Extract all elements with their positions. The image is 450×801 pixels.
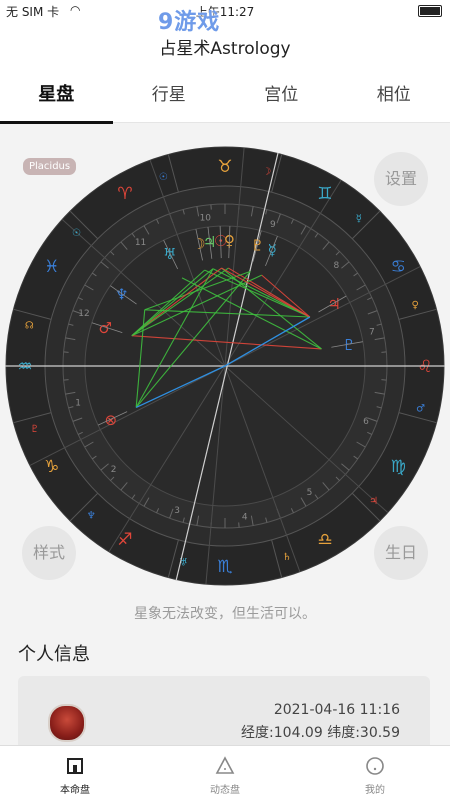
style-button[interactable]: 样式: [22, 526, 76, 580]
house-number: 6: [363, 417, 369, 427]
zodiac-sign: ♊: [317, 184, 332, 204]
clock: 上午11:27: [0, 3, 450, 20]
zodiac-sign: ♏: [217, 557, 232, 577]
watermark-logo: 9游戏: [158, 4, 220, 36]
zodiac-sign: ♑: [44, 457, 59, 477]
ruler-glyph: ♀: [412, 300, 419, 311]
profile-icon: [365, 756, 385, 776]
tab-aspects[interactable]: 相位: [338, 70, 450, 122]
zodiac-sign: ♌: [417, 357, 432, 377]
zodiac-sign: ♍: [391, 457, 406, 477]
tab-planets[interactable]: 行星: [113, 70, 226, 122]
planet-glyph: ♂: [98, 319, 111, 337]
zodiac-sign: ♉: [217, 157, 232, 177]
birthday-button[interactable]: 生日: [374, 526, 428, 580]
battery-icon: [418, 5, 442, 17]
house-number: 11: [135, 238, 146, 248]
nav-bar: 占星术Astrology: [0, 22, 450, 70]
nav-profile-label: 我的: [300, 781, 450, 796]
ruler-glyph: ☿: [356, 213, 362, 224]
settings-button[interactable]: 设置: [374, 152, 428, 206]
ruler-glyph: ☉: [159, 172, 168, 183]
status-bar: 无 SIM 卡 ◠ 上午11:27: [0, 0, 450, 22]
ruler-glyph: ♂: [416, 404, 425, 415]
house-number: 8: [333, 261, 339, 271]
nav-profile[interactable]: 我的: [300, 746, 450, 801]
bottom-nav: 本命盘 动态盘 我的: [0, 745, 450, 801]
planet-glyph: ♆: [115, 286, 128, 304]
triangle-icon: [215, 756, 235, 776]
planet-glyph: ♅: [163, 245, 176, 263]
house-number: 10: [200, 213, 212, 223]
page-title: 占星术Astrology: [0, 34, 450, 59]
ruler-glyph: ♃: [369, 496, 378, 507]
zodiac-sign: ♈: [117, 184, 132, 204]
tab-chart[interactable]: 星盘: [0, 70, 113, 122]
house-number: 1: [75, 398, 81, 408]
motto-text: 星象无法改变，但生活可以。: [0, 603, 450, 623]
zodiac-sign: ♒: [17, 357, 32, 377]
house-number: 5: [307, 488, 313, 498]
nav-natal-chart[interactable]: 本命盘: [0, 746, 150, 801]
ruler-glyph: ☉: [72, 228, 81, 239]
house-number: 3: [174, 506, 180, 516]
house-number: 4: [242, 513, 248, 523]
planet-glyph: ♃: [327, 295, 340, 313]
ruler-glyph: ♆: [87, 511, 96, 522]
ruler-glyph: ♇: [30, 424, 39, 435]
personal-info-heading: 个人信息: [18, 640, 90, 666]
house-number: 12: [78, 309, 89, 319]
tab-bar: 星盘 行星 宫位 相位: [0, 70, 450, 123]
nav-transit-chart[interactable]: 动态盘: [150, 746, 300, 801]
ruler-glyph: ♄: [282, 552, 291, 563]
planet-glyph: ⊗: [105, 411, 118, 429]
ruler-glyph: ☽: [262, 166, 271, 177]
birth-datetime: 2021-04-16 11:16: [274, 702, 400, 718]
birth-coordinates: 经度:104.09 纬度:30.59: [241, 722, 400, 742]
nav-natal-chart-label: 本命盘: [0, 781, 150, 796]
house-number: 7: [369, 328, 375, 338]
avatar: [48, 704, 86, 742]
zodiac-sign: ♋: [391, 257, 406, 277]
home-chart-icon: [65, 756, 85, 776]
zodiac-sign: ♎: [317, 530, 332, 550]
house-number: 9: [270, 220, 276, 230]
house-system-badge[interactable]: Placidus: [23, 158, 76, 175]
zodiac-sign: ♓: [44, 257, 59, 277]
nav-transit-chart-label: 动态盘: [150, 781, 300, 796]
zodiac-sign: ♐: [117, 530, 132, 550]
ruler-glyph: ☊: [25, 320, 34, 331]
tab-houses[interactable]: 宫位: [225, 70, 338, 122]
house-number: 2: [111, 465, 117, 475]
